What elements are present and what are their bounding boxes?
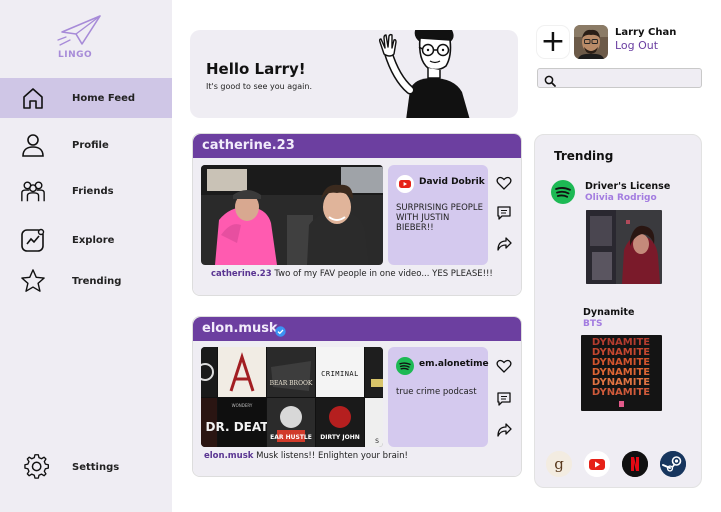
app-root: LINGO Home Feed Profile Friends Explore	[0, 0, 721, 512]
logout-link[interactable]: Log Out	[615, 39, 658, 52]
verified-badge-icon	[275, 322, 286, 341]
like-button[interactable]	[494, 356, 514, 376]
svg-text:g: g	[554, 455, 564, 473]
star-icon	[20, 268, 46, 294]
user-icon	[20, 132, 46, 158]
trending-title: Trending	[554, 149, 614, 163]
sidebar-item-friends[interactable]: Friends	[0, 171, 172, 211]
post-card: elon.musk BEAR BROOK CRIMINAL WONDERY DR…	[192, 316, 522, 477]
cover-text: DIRTY JOHN	[320, 434, 359, 441]
waving-person-illustration	[378, 30, 470, 118]
sidebar-item-label: Explore	[72, 234, 115, 246]
sidebar-item-label: Friends	[72, 185, 114, 197]
cover-text: BEAR BROOK	[270, 380, 313, 387]
avatar[interactable]	[574, 25, 608, 59]
source-card[interactable]: em.alonetime true crime podcast	[388, 347, 489, 447]
youtube-icon[interactable]	[584, 451, 610, 477]
greeting-subtitle: It's good to see you again.	[206, 82, 312, 91]
source-description: SURPRISING PEOPLE WITH JUSTIN BIEBER!!	[396, 203, 484, 233]
search-icon	[544, 72, 556, 91]
sidebar-item-explore[interactable]: Explore	[0, 220, 172, 260]
sidebar-item-label: Profile	[72, 139, 109, 151]
source-name: David Dobrik	[419, 177, 485, 187]
caption-username[interactable]: catherine.23	[211, 269, 272, 279]
greeting-banner: Hello Larry! It's good to see you again.	[190, 30, 518, 118]
explore-icon	[20, 227, 46, 253]
post-username[interactable]: catherine.23	[202, 138, 295, 153]
post-caption: elon.musk Musk listens!! Enlighten your …	[204, 450, 504, 462]
sidebar: LINGO Home Feed Profile Friends Explore	[0, 0, 172, 512]
post-header: elon.musk	[193, 317, 521, 341]
heart-icon	[496, 359, 512, 373]
comment-icon	[497, 206, 511, 220]
gear-icon	[24, 454, 50, 480]
song-title[interactable]: Driver's License	[585, 181, 670, 192]
sidebar-item-settings[interactable]: Settings	[0, 447, 172, 487]
share-button[interactable]	[494, 234, 514, 254]
user-name: Larry Chan	[615, 27, 677, 38]
friends-icon	[20, 178, 46, 204]
caption-text: Two of my FAV people in one video... YES…	[274, 269, 493, 279]
spotify-icon	[551, 180, 575, 204]
search-bar[interactable]	[537, 68, 702, 88]
search-input[interactable]	[560, 71, 698, 85]
heart-icon	[496, 176, 512, 190]
podcast-grid[interactable]: BEAR BROOK CRIMINAL WONDERY DR. DEATH EA…	[201, 347, 383, 447]
album-cover[interactable]: DYNAMITE DYNAMITE DYNAMITE DYNAMITE DYNA…	[581, 335, 662, 411]
home-icon	[20, 85, 46, 111]
song-artist[interactable]: Olivia Rodrigo	[585, 193, 657, 203]
share-icon	[497, 423, 512, 437]
share-button[interactable]	[494, 420, 514, 440]
comment-button[interactable]	[494, 389, 514, 409]
logo-text: LINGO	[58, 50, 93, 60]
source-description: true crime podcast	[396, 387, 477, 397]
add-post-button[interactable]: +	[537, 26, 569, 58]
sidebar-item-label: Trending	[72, 275, 122, 287]
cover-text: DYNAMITE	[592, 387, 650, 398]
comment-icon	[497, 392, 511, 406]
album-cover[interactable]	[586, 210, 662, 284]
cover-text: WONDERY	[232, 403, 253, 408]
source-card[interactable]: David Dobrik SURPRISING PEOPLE WITH JUST…	[388, 165, 488, 265]
steam-icon[interactable]	[660, 451, 686, 477]
song-title[interactable]: Dynamite	[583, 307, 634, 318]
post-body: BEAR BROOK CRIMINAL WONDERY DR. DEATH EA…	[193, 341, 521, 476]
caption-username[interactable]: elon.musk	[204, 451, 253, 461]
share-icon	[497, 237, 512, 251]
post-card: catherine.23 David Dobrik SURPRISING PEO…	[192, 133, 522, 296]
paper-plane-icon	[57, 15, 101, 46]
greeting-title: Hello Larry!	[206, 60, 306, 78]
cover-text: EAR HUSTLE	[270, 434, 312, 441]
like-button[interactable]	[494, 173, 514, 193]
source-name: em.alonetime	[419, 359, 489, 369]
caption-text: Musk listens!! Enlighten your brain!	[256, 451, 408, 461]
song-artist[interactable]: BTS	[583, 319, 602, 329]
sidebar-item-label: Home Feed	[72, 92, 136, 104]
post-caption: catherine.23 Two of my FAV people in one…	[211, 268, 511, 280]
post-body: David Dobrik SURPRISING PEOPLE WITH JUST…	[193, 158, 521, 295]
youtube-icon	[396, 175, 414, 193]
post-username[interactable]: elon.musk	[202, 321, 278, 336]
netflix-icon[interactable]	[622, 451, 648, 477]
sidebar-item-profile[interactable]: Profile	[0, 125, 172, 165]
post-header: catherine.23	[193, 134, 521, 158]
goodreads-icon[interactable]: g	[546, 451, 572, 477]
comment-button[interactable]	[494, 203, 514, 223]
sidebar-item-label: Settings	[72, 461, 120, 473]
cover-text: CRIMINAL	[321, 370, 359, 378]
trending-panel: Trending Driver's License Olivia Rodrigo…	[534, 134, 702, 488]
spotify-icon	[396, 357, 414, 375]
cover-text: S	[375, 438, 379, 445]
logo[interactable]: LINGO	[52, 14, 112, 62]
video-thumbnail[interactable]	[201, 165, 383, 265]
sidebar-item-home-feed[interactable]: Home Feed	[0, 78, 172, 118]
sidebar-item-trending[interactable]: Trending	[0, 261, 172, 301]
